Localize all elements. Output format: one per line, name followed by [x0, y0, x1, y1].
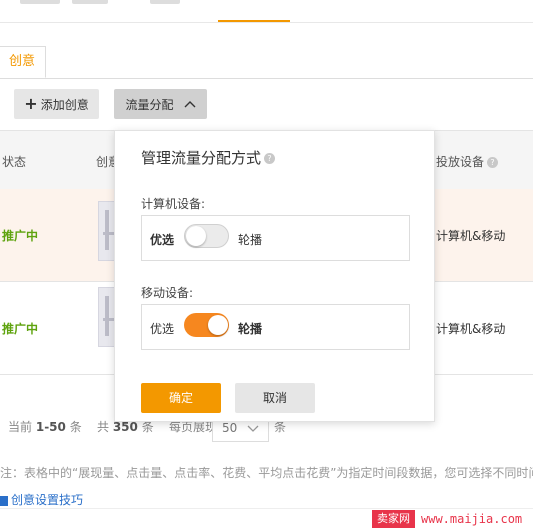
nav-item-cut[interactable]: [20, 0, 60, 4]
option-rotate: 轮播: [238, 322, 263, 336]
nav-item-cut[interactable]: [150, 0, 180, 4]
traffic-allocation-popover: 管理流量分配方式? 计算机设备: 优选 轮播 移动设备: 优选 轮播 确定 取消: [114, 130, 435, 422]
current-unit: 条: [69, 420, 82, 434]
nav-active-indicator: [218, 20, 290, 22]
help-icon[interactable]: ?: [264, 153, 276, 164]
column-header-status: 状态: [2, 155, 27, 169]
option-preferred: 优选: [150, 322, 175, 336]
computer-device-label: 计算机设备:: [141, 197, 206, 211]
watermark-url: www.maijia.com: [421, 512, 523, 526]
mobile-device-toggle[interactable]: [184, 313, 229, 337]
option-preferred: 优选: [150, 233, 175, 247]
column-header-device-label: 投放设备: [436, 155, 485, 169]
tab-bar: [0, 46, 533, 79]
watermark: 卖家网 www.maijia.com: [372, 509, 533, 529]
cancel-button[interactable]: 取消: [235, 383, 315, 413]
toggle-knob: [186, 226, 206, 246]
total-prefix: 共: [96, 420, 109, 434]
mobile-device-field: 优选 轮播: [141, 304, 410, 350]
traffic-allocation-button[interactable]: 流量分配: [114, 89, 207, 119]
status-text: 推广中: [2, 229, 39, 243]
popover-title: 管理流量分配方式?: [141, 147, 276, 168]
total-unit: 条: [141, 420, 154, 434]
status-text: 推广中: [2, 322, 39, 336]
computer-device-field: 优选 轮播: [141, 215, 410, 261]
add-creative-button[interactable]: + 添加创意: [14, 89, 99, 119]
toggle-knob: [208, 315, 228, 335]
creative-tips-link[interactable]: 创意设置技巧: [0, 491, 83, 508]
per-page-label: 每页展现: [169, 420, 218, 434]
plus-icon: +: [24, 94, 38, 113]
table-note: 注：表格中的“展现量、点击量、点击率、花费、平均点击花费”为指定时间段数据，您可…: [0, 466, 533, 480]
nav-item-cut[interactable]: [72, 0, 108, 4]
current-range: 1-50: [35, 420, 66, 434]
confirm-button[interactable]: 确定: [141, 383, 221, 413]
per-page-value: 50: [222, 421, 238, 435]
tab-creative[interactable]: 创意: [0, 46, 46, 78]
total-count: 350: [112, 420, 138, 434]
popover-title-text: 管理流量分配方式: [141, 149, 262, 167]
add-creative-label: 添加创意: [40, 97, 89, 112]
top-nav: [0, 0, 533, 23]
computer-device-toggle[interactable]: [184, 224, 229, 248]
watermark-brand: 卖家网: [372, 510, 415, 528]
device-text: 计算机&移动: [436, 229, 506, 243]
current-prefix: 当前: [8, 420, 33, 434]
tip-icon: [0, 495, 8, 506]
traffic-allocation-label: 流量分配: [125, 97, 174, 112]
column-header-device: 投放设备?: [436, 153, 499, 170]
option-rotate: 轮播: [238, 233, 263, 247]
device-text: 计算机&移动: [436, 322, 506, 336]
chevron-down-icon: [247, 425, 259, 432]
mobile-device-label: 移动设备:: [141, 286, 194, 300]
chevron-up-icon: [184, 101, 195, 108]
help-icon[interactable]: ?: [487, 157, 499, 168]
creative-tips-label: 创意设置技巧: [11, 493, 84, 507]
